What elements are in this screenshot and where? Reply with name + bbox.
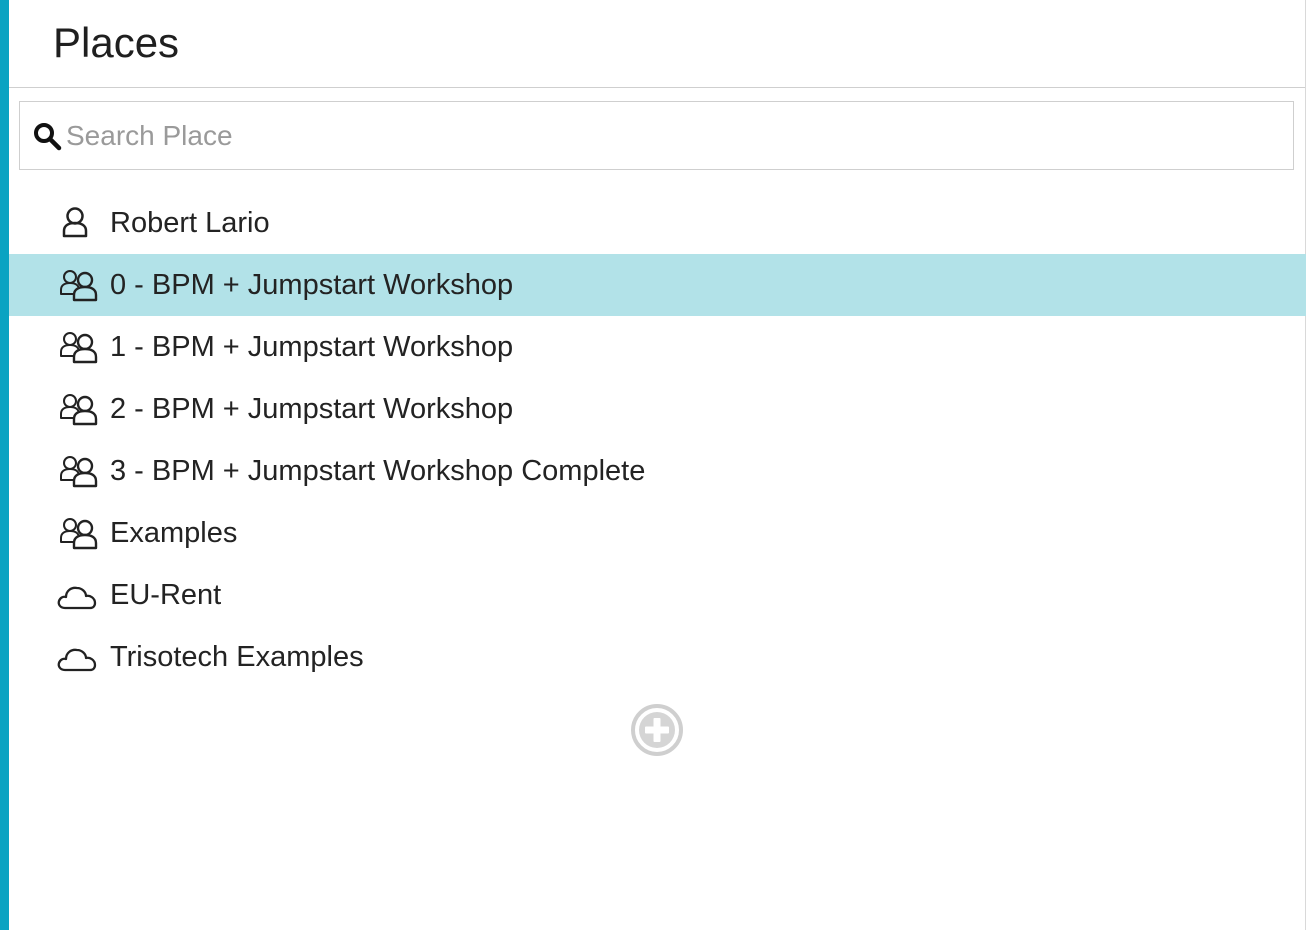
group-icon — [56, 328, 102, 366]
panel-header: Places — [9, 0, 1305, 88]
plus-circle-icon — [629, 702, 685, 763]
place-item-examples[interactable]: Examples — [9, 502, 1306, 564]
left-accent-bar — [0, 0, 9, 930]
places-app: Places Robert Lario — [0, 0, 1307, 930]
group-icon — [56, 266, 102, 304]
place-label: Examples — [110, 517, 238, 549]
places-panel: Places Robert Lario — [9, 0, 1306, 930]
group-icon — [56, 452, 102, 490]
place-item-robert-lario[interactable]: Robert Lario — [9, 192, 1306, 254]
place-item-eu-rent[interactable]: EU-Rent — [9, 564, 1306, 626]
group-icon — [56, 514, 102, 552]
place-item-workshop-1[interactable]: 1 - BPM + Jumpstart Workshop — [9, 316, 1306, 378]
place-label: 3 - BPM + Jumpstart Workshop Complete — [110, 455, 646, 487]
add-place-button[interactable] — [629, 702, 685, 763]
user-icon — [56, 204, 102, 242]
search-box[interactable] — [19, 101, 1294, 170]
place-label: Robert Lario — [110, 207, 270, 239]
place-label: EU-Rent — [110, 579, 222, 611]
place-item-workshop-3[interactable]: 3 - BPM + Jumpstart Workshop Complete — [9, 440, 1306, 502]
cloud-icon — [56, 638, 102, 676]
place-label: 2 - BPM + Jumpstart Workshop — [110, 393, 514, 425]
cloud-icon — [56, 576, 102, 614]
group-icon — [56, 390, 102, 428]
place-item-trisotech-examples[interactable]: Trisotech Examples — [9, 626, 1306, 688]
search-icon — [30, 119, 64, 153]
places-list: Robert Lario 0 - BPM + Jumpstart Worksho… — [9, 192, 1306, 688]
place-label: Trisotech Examples — [110, 641, 364, 673]
place-item-workshop-2[interactable]: 2 - BPM + Jumpstart Workshop — [9, 378, 1306, 440]
place-label: 0 - BPM + Jumpstart Workshop — [110, 269, 514, 301]
search-input[interactable] — [66, 115, 1266, 156]
place-item-workshop-0[interactable]: 0 - BPM + Jumpstart Workshop — [9, 254, 1306, 316]
place-label: 1 - BPM + Jumpstart Workshop — [110, 331, 514, 363]
page-title: Places — [53, 19, 180, 66]
